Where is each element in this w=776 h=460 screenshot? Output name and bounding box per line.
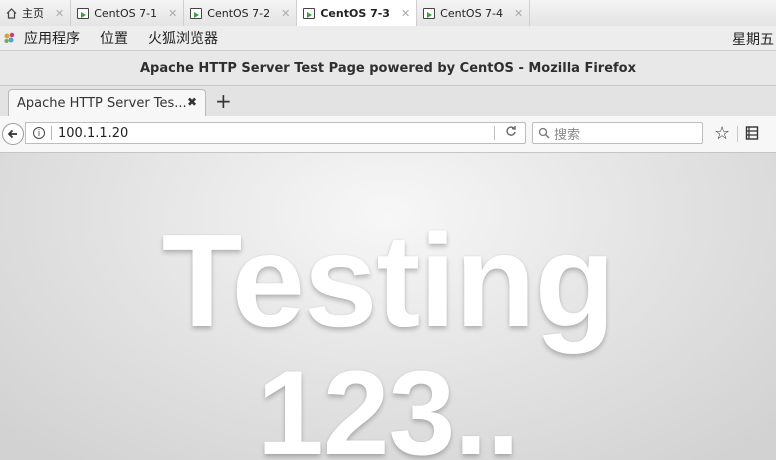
- gnome-top-bar: 应用程序 位置 火狐浏览器 星期五: [0, 26, 776, 51]
- applications-menu[interactable]: 应用程序: [24, 28, 80, 48]
- browser-tab[interactable]: Apache HTTP Server Tes... ✖: [8, 89, 206, 116]
- bookmark-star-icon[interactable]: ☆: [714, 123, 730, 144]
- close-icon[interactable]: ✕: [514, 7, 523, 20]
- close-icon[interactable]: ✕: [55, 7, 64, 20]
- testing-subheading: 123..: [257, 346, 520, 460]
- reload-icon[interactable]: [505, 125, 517, 141]
- url-divider: [51, 126, 52, 140]
- url-text[interactable]: 100.1.1.20: [58, 126, 128, 141]
- library-icon[interactable]: [745, 125, 759, 141]
- vm-icon: [423, 7, 436, 19]
- applications-icon: [3, 31, 17, 45]
- vm-tab-centos-7-3[interactable]: CentOS 7-3 ✕: [297, 0, 418, 26]
- search-placeholder: 搜索: [554, 127, 581, 143]
- back-arrow-icon: [7, 129, 17, 139]
- close-icon[interactable]: ✕: [401, 7, 410, 20]
- window-title: Apache HTTP Server Test Page powered by …: [139, 60, 637, 76]
- vm-tab-strip: 主页 ✕ CentOS 7-1 ✕ CentOS 7-2 ✕ CentOS 7-…: [0, 0, 776, 27]
- close-icon[interactable]: ✕: [168, 7, 177, 20]
- vm-icon: [303, 7, 316, 19]
- vm-tab-label: 主页: [22, 7, 44, 20]
- close-icon[interactable]: ✕: [281, 7, 290, 20]
- toolbar-divider: [737, 126, 738, 142]
- navigation-toolbar: i 100.1.1.20 搜索 ☆: [0, 116, 776, 153]
- vm-tab-label: CentOS 7-3: [320, 6, 390, 20]
- vm-tab-label: CentOS 7-1: [94, 6, 158, 20]
- vm-icon: [190, 7, 203, 19]
- browser-tab-label: Apache HTTP Server Tes...: [17, 95, 187, 111]
- clock[interactable]: 星期五: [732, 29, 774, 49]
- reload-divider: [494, 126, 495, 140]
- vm-tab-label: CentOS 7-2: [207, 6, 271, 20]
- vm-tab-home[interactable]: 主页 ✕: [0, 0, 72, 26]
- info-icon[interactable]: i: [33, 127, 45, 139]
- search-icon: [538, 127, 550, 139]
- vm-tab-centos-7-2[interactable]: CentOS 7-2 ✕: [184, 0, 298, 26]
- vm-tab-centos-7-4[interactable]: CentOS 7-4 ✕: [417, 0, 531, 26]
- browser-tab-strip: Apache HTTP Server Tes... ✖ +: [0, 86, 776, 116]
- vm-tab-label: CentOS 7-4: [440, 6, 504, 20]
- vm-icon: [77, 7, 90, 19]
- search-field[interactable]: 搜索: [532, 122, 703, 144]
- places-menu[interactable]: 位置: [100, 28, 128, 48]
- close-tab-icon[interactable]: ✖: [187, 95, 197, 109]
- page-content: Testing 123..: [0, 153, 776, 460]
- window-title-bar: Apache HTTP Server Test Page powered by …: [0, 51, 776, 86]
- home-icon: [6, 7, 17, 19]
- firefox-menu[interactable]: 火狐浏览器: [148, 28, 218, 48]
- back-button[interactable]: [2, 123, 24, 145]
- new-tab-button[interactable]: +: [215, 91, 232, 111]
- testing-heading: Testing: [161, 207, 616, 354]
- vm-tab-centos-7-1[interactable]: CentOS 7-1 ✕: [71, 0, 185, 26]
- url-bar[interactable]: i 100.1.1.20: [25, 122, 526, 144]
